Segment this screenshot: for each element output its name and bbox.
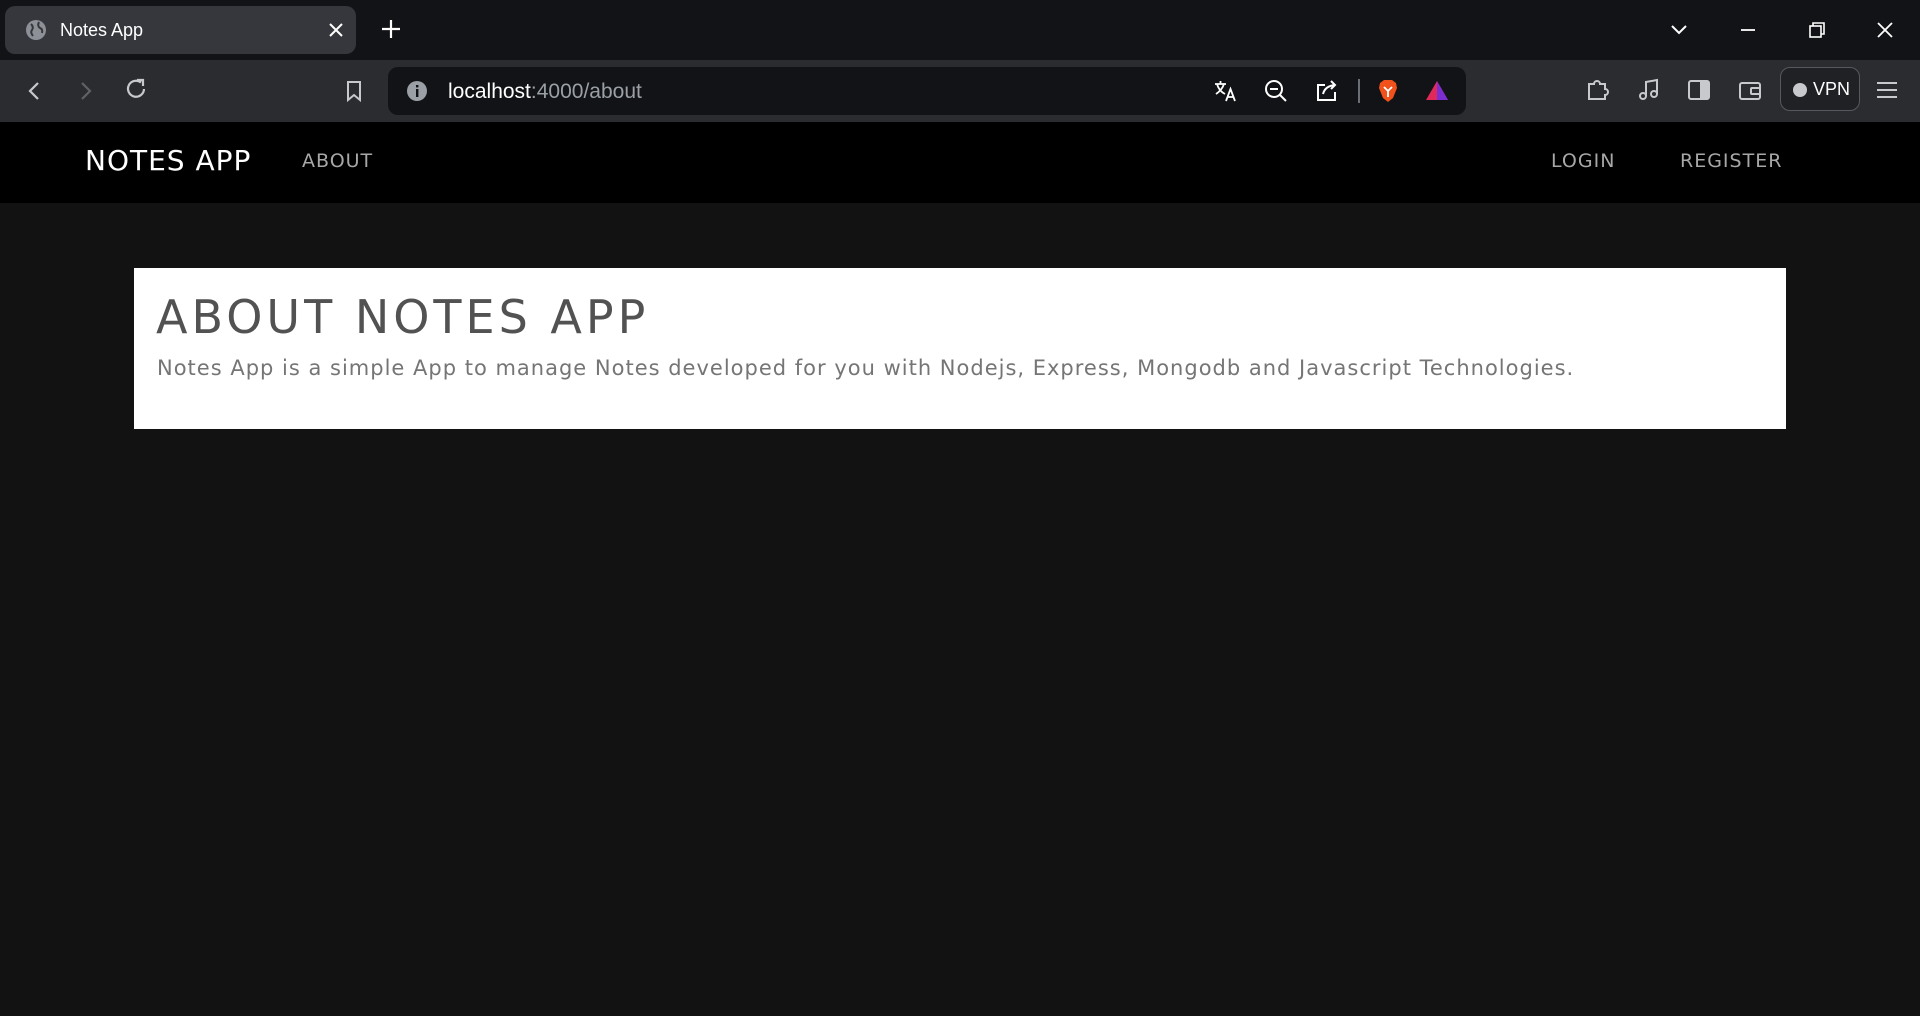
vpn-button[interactable]: VPN xyxy=(1780,67,1860,111)
reload-icon[interactable] xyxy=(123,76,149,102)
navbar-brand[interactable]: NOTES APP xyxy=(85,144,251,177)
about-card: ABOUT NOTES APP Notes App is a simple Ap… xyxy=(134,268,1786,429)
back-icon[interactable] xyxy=(22,78,48,104)
nav-link-about[interactable]: ABOUT xyxy=(302,150,373,172)
bookmark-icon[interactable] xyxy=(341,78,367,104)
brave-shields-icon[interactable] xyxy=(1375,78,1401,104)
vpn-status-icon xyxy=(1793,83,1807,97)
new-tab-icon[interactable] xyxy=(380,18,402,40)
minimize-icon[interactable] xyxy=(1736,18,1760,42)
address-bar[interactable]: localhost:4000/about xyxy=(388,67,1466,115)
browser-toolbar: localhost:4000/about VPN xyxy=(0,60,1920,122)
nav-link-login[interactable]: LOGIN xyxy=(1551,150,1615,172)
address-bar-divider xyxy=(1358,79,1360,103)
about-description: Notes App is a simple App to manage Note… xyxy=(157,356,1575,380)
brave-rewards-icon[interactable] xyxy=(1424,78,1450,104)
browser-tab[interactable]: Notes App xyxy=(5,6,356,54)
globe-icon xyxy=(26,20,46,40)
sidebar-toggle-icon[interactable] xyxy=(1686,77,1712,103)
url-host: localhost xyxy=(448,80,531,103)
restore-icon[interactable] xyxy=(1805,18,1829,42)
address-url: localhost:4000/about xyxy=(448,80,642,104)
site-navbar: NOTES APP ABOUT LOGIN REGISTER xyxy=(0,122,1920,203)
wallet-icon[interactable] xyxy=(1737,77,1763,103)
browser-menu-icon[interactable] xyxy=(1874,77,1900,103)
tab-title: Notes App xyxy=(60,20,144,40)
site-info-icon[interactable] xyxy=(406,80,428,102)
share-icon[interactable] xyxy=(1314,78,1340,104)
extensions-icon[interactable] xyxy=(1585,76,1611,102)
tab-search-chevron-icon[interactable] xyxy=(1667,18,1691,42)
close-window-icon[interactable] xyxy=(1873,18,1897,42)
browser-tab-strip: Notes App xyxy=(0,0,1920,60)
nav-link-register[interactable]: REGISTER xyxy=(1680,150,1782,172)
media-music-icon[interactable] xyxy=(1636,77,1662,103)
vpn-label: VPN xyxy=(1813,79,1851,99)
url-path: :4000/about xyxy=(530,80,642,103)
page-title: ABOUT NOTES APP xyxy=(156,290,650,344)
close-tab-icon[interactable] xyxy=(327,21,345,39)
zoom-out-icon[interactable] xyxy=(1263,78,1289,104)
translate-icon[interactable] xyxy=(1212,78,1238,104)
forward-icon[interactable] xyxy=(72,78,98,104)
